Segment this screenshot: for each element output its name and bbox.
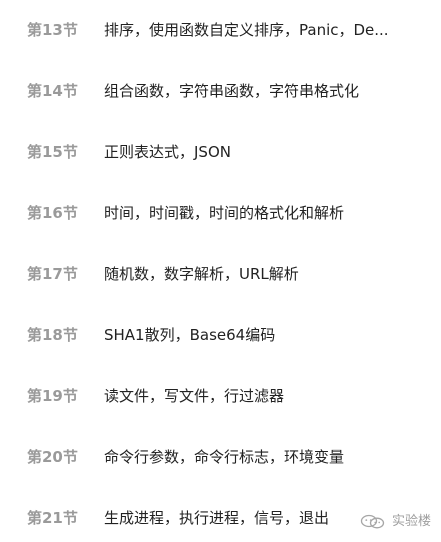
lesson-row-19[interactable]: 第19节 读文件，写文件，行过滤器 <box>0 376 441 416</box>
watermark-text: 实验楼 <box>391 514 431 529</box>
lesson-title: 排序，使用函数自定义排序，Panic，De... <box>104 21 389 39</box>
lesson-number: 第19节 <box>27 387 78 405</box>
lesson-row-16[interactable]: 第16节 时间，时间戳，时间的格式化和解析 <box>0 193 441 233</box>
lesson-title: 读文件，写文件，行过滤器 <box>104 387 285 405</box>
lesson-number: 第14节 <box>27 82 78 100</box>
lesson-row-15[interactable]: 第15节 正则表达式，JSON <box>0 132 441 172</box>
lesson-list: 第13节 排序，使用函数自定义排序，Panic，De... 第14节 组合函数，… <box>0 0 441 542</box>
lesson-number: 第16节 <box>27 204 78 222</box>
watermark: 实验楼 <box>359 513 431 531</box>
lesson-row-20[interactable]: 第20节 命令行参数，命令行标志，环境变量 <box>0 437 441 477</box>
lesson-row-18[interactable]: 第18节 SHA1散列，Base64编码 <box>0 315 441 355</box>
lesson-number: 第21节 <box>27 509 78 527</box>
lesson-row-17[interactable]: 第17节 随机数，数字解析，URL解析 <box>0 254 441 294</box>
lesson-title: 时间，时间戳，时间的格式化和解析 <box>104 204 345 222</box>
lesson-title: SHA1散列，Base64编码 <box>104 326 276 344</box>
lesson-number: 第18节 <box>27 326 78 344</box>
lesson-title: 组合函数，字符串函数，字符串格式化 <box>104 82 360 100</box>
wechat-icon <box>359 513 387 531</box>
lesson-title: 命令行参数，命令行标志，环境变量 <box>104 448 345 466</box>
lesson-number: 第20节 <box>27 448 78 466</box>
lesson-title: 正则表达式，JSON <box>104 143 231 161</box>
lesson-title: 随机数，数字解析，URL解析 <box>104 265 299 283</box>
lesson-number: 第13节 <box>27 21 78 39</box>
lesson-number: 第15节 <box>27 143 78 161</box>
lesson-row-13[interactable]: 第13节 排序，使用函数自定义排序，Panic，De... <box>0 10 441 50</box>
lesson-row-14[interactable]: 第14节 组合函数，字符串函数，字符串格式化 <box>0 71 441 111</box>
lesson-number: 第17节 <box>27 265 78 283</box>
